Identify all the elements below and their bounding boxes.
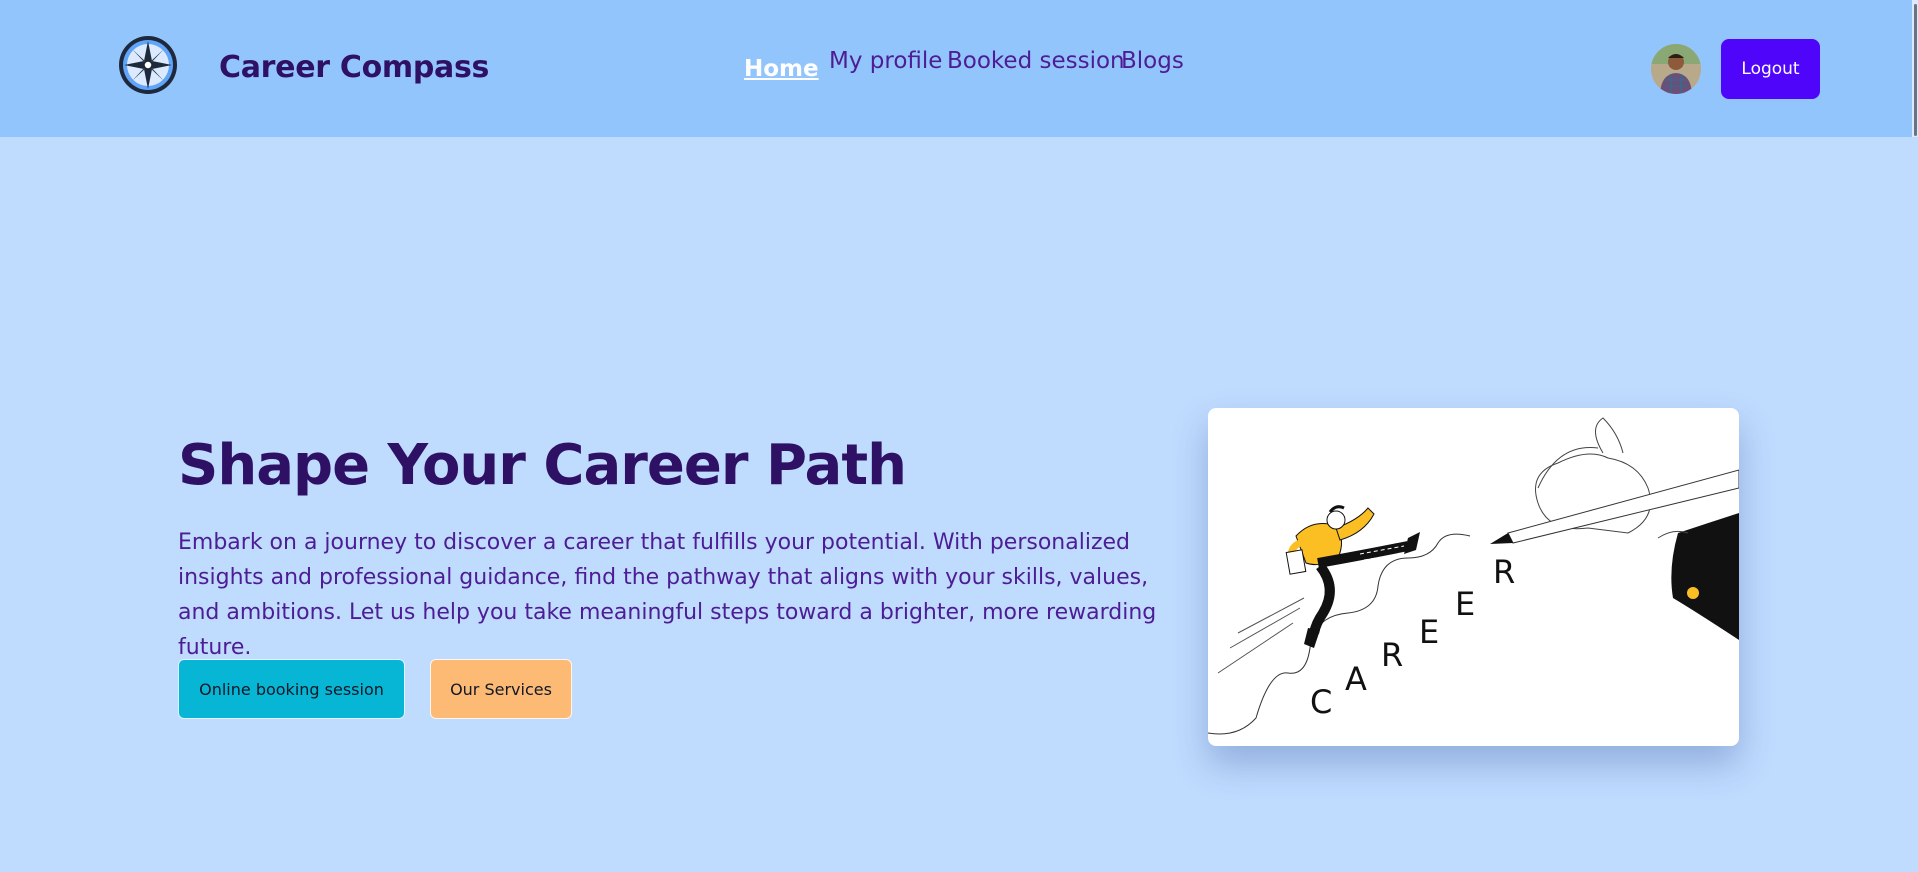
user-avatar[interactable] xyxy=(1651,44,1701,94)
navbar: Career Compass Home My profile Booked se… xyxy=(0,0,1918,137)
nav-booked-session[interactable]: Booked session xyxy=(947,48,1125,74)
nav-home[interactable]: Home xyxy=(744,56,819,82)
scrollbar[interactable] xyxy=(1912,0,1918,137)
illustration-letter-c: C xyxy=(1310,683,1332,721)
illustration-letter-e: E xyxy=(1419,613,1439,651)
hand-with-pen-icon xyxy=(1490,417,1739,640)
career-illustration: C A R E E R xyxy=(1208,408,1739,746)
compass-icon[interactable] xyxy=(118,35,178,95)
illustration-letter-a: A xyxy=(1345,660,1367,698)
scrollbar-thumb[interactable] xyxy=(1914,4,1917,136)
nav-blogs[interactable]: Blogs xyxy=(1121,48,1184,74)
our-services-button[interactable]: Our Services xyxy=(430,659,572,719)
illustration-letter-r: R xyxy=(1381,636,1403,674)
hero-title: Shape Your Career Path xyxy=(178,433,907,498)
logout-button[interactable]: Logout xyxy=(1721,39,1820,99)
running-person-icon xyxy=(1285,505,1420,648)
brand-name[interactable]: Career Compass xyxy=(219,50,489,85)
illustration-letter-e2: E xyxy=(1455,585,1475,623)
hero-description: Embark on a journey to discover a career… xyxy=(178,530,1157,660)
online-booking-button[interactable]: Online booking session xyxy=(178,659,405,719)
illustration-letter-r2: R xyxy=(1493,553,1515,591)
nav-my-profile[interactable]: My profile xyxy=(829,48,942,74)
